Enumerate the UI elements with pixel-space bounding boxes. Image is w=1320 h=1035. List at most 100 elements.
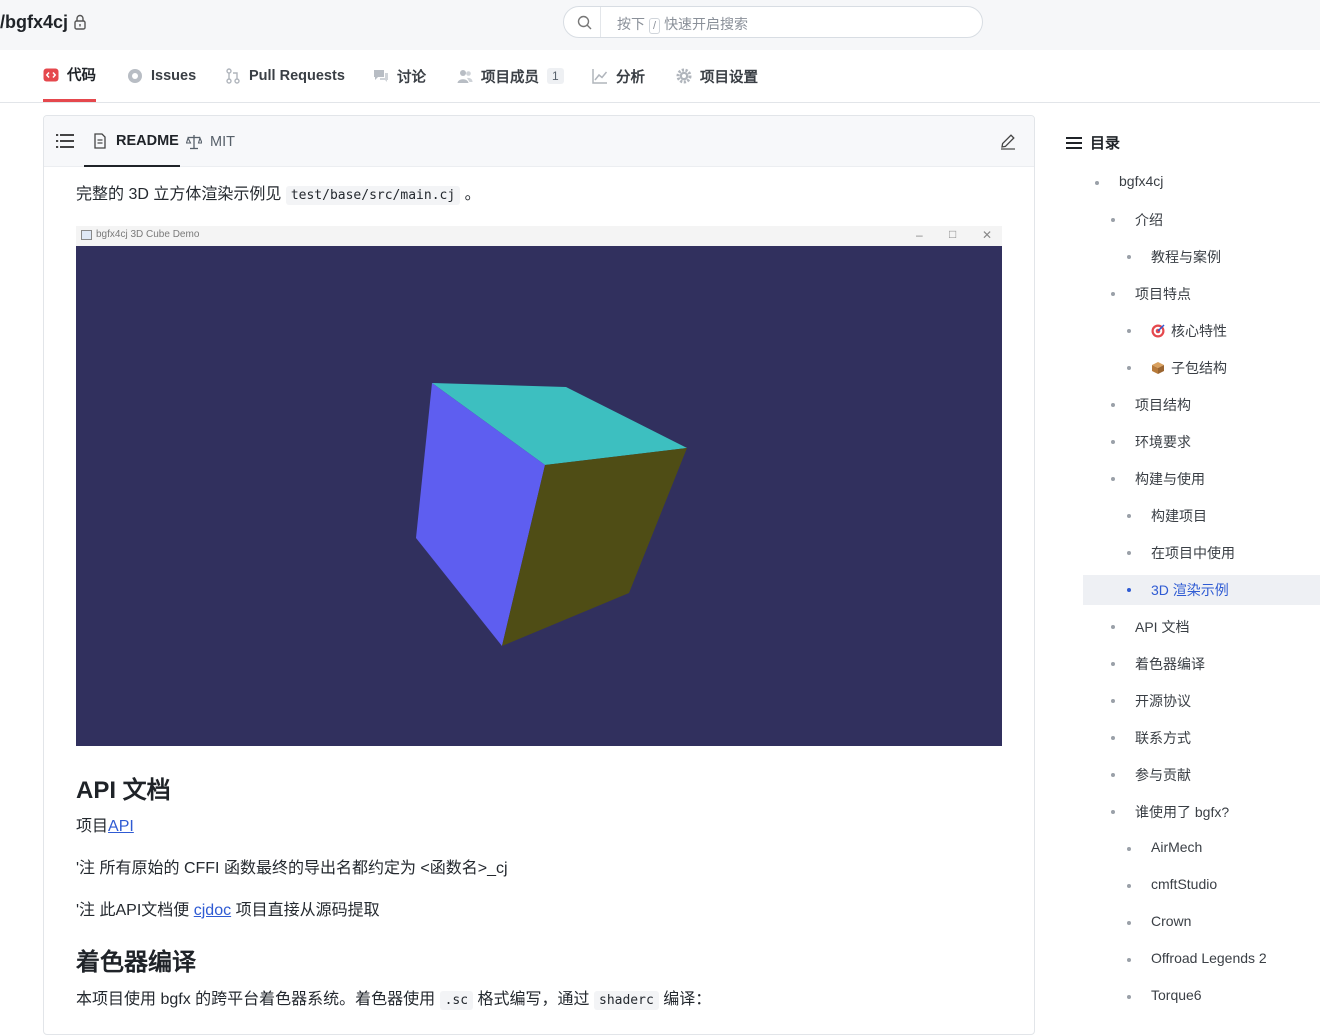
- bullet-dot: [1127, 847, 1131, 851]
- toc-item-label: 构建与使用: [1135, 471, 1205, 487]
- lock-icon: [74, 14, 86, 30]
- minimize-icon: –: [916, 228, 923, 242]
- toc-item[interactable]: 开源协议: [1083, 686, 1320, 716]
- bullet-dot: [1111, 477, 1115, 481]
- toc-item-label: 在项目中使用: [1151, 545, 1235, 561]
- tab-code[interactable]: 代码: [43, 50, 96, 102]
- toc-item[interactable]: 核心特性: [1083, 316, 1320, 346]
- toc-item[interactable]: Offroad Legends 2: [1083, 945, 1320, 975]
- toc-item[interactable]: 谁使用了 bgfx?: [1083, 797, 1320, 827]
- toc-item-label: Torque6: [1151, 987, 1202, 1003]
- toc-item[interactable]: 构建与使用: [1083, 464, 1320, 494]
- api-heading: API 文档: [76, 777, 171, 804]
- intro-paragraph: 完整的 3D 立方体渲染示例见 test/base/src/main.cj 。: [76, 186, 481, 205]
- toc-item[interactable]: 参与贡献: [1083, 760, 1320, 790]
- tab-members[interactable]: 项目成员 1: [457, 50, 564, 102]
- toc-item[interactable]: 着色器编译: [1083, 649, 1320, 679]
- toc-item-label: 环境要求: [1135, 434, 1191, 450]
- chart-icon: [592, 69, 608, 84]
- toc-item-label: 核心特性: [1151, 321, 1227, 341]
- cube-render: [416, 383, 687, 646]
- gear-icon: [676, 68, 692, 84]
- tab-discussions-label: 讨论: [397, 69, 426, 86]
- repo-name[interactable]: /bgfx4cj: [0, 12, 68, 33]
- toc-item[interactable]: 在项目中使用: [1083, 538, 1320, 568]
- edit-icon[interactable]: [999, 132, 1017, 150]
- tab-pull-requests[interactable]: Pull Requests: [225, 50, 345, 102]
- toc-item-label: API 文档: [1135, 619, 1190, 635]
- toc-item-label: 教程与案例: [1151, 249, 1221, 265]
- toc-item-label: 介绍: [1135, 212, 1163, 228]
- shader-heading: 着色器编译: [76, 949, 196, 976]
- bullet-dot: [1111, 218, 1115, 222]
- bullet-dot: [1111, 662, 1115, 666]
- app-icon: [81, 230, 92, 240]
- shaderc-tool: shaderc: [594, 991, 659, 1010]
- search-placeholder: 按下 / 快速开启搜索: [617, 16, 749, 34]
- toc-item[interactable]: 联系方式: [1083, 723, 1320, 753]
- toc-item[interactable]: 项目特点: [1083, 279, 1320, 309]
- readme-header: README MIT: [44, 116, 1034, 167]
- bullet-dot: [1127, 921, 1131, 925]
- toc-item-label: 3D 渲染示例: [1151, 582, 1229, 598]
- target-icon: [1151, 324, 1165, 338]
- toc-item[interactable]: API 文档: [1083, 612, 1320, 642]
- tab-members-label: 项目成员: [481, 69, 539, 86]
- toc-item-label: AirMech: [1151, 839, 1203, 855]
- cjdoc-link[interactable]: cjdoc: [194, 902, 231, 919]
- sc-extension: .sc: [439, 991, 474, 1010]
- issue-icon: [128, 69, 142, 83]
- toc-item[interactable]: 子包结构: [1083, 353, 1320, 383]
- bullet-dot: [1095, 181, 1099, 185]
- toc-toggle-icon[interactable]: [56, 133, 74, 149]
- toc-item[interactable]: AirMech: [1083, 834, 1320, 864]
- toc-item[interactable]: cmftStudio: [1083, 871, 1320, 901]
- bullet-dot: [1111, 773, 1115, 777]
- bullet-dot: [1127, 366, 1131, 370]
- note-cffi: '注 所有原始的 CFFI 函数最终的导出名都约定为 <函数名>_cj: [76, 860, 508, 877]
- toc-item[interactable]: 构建项目: [1083, 501, 1320, 531]
- toc-item-label: 联系方式: [1135, 730, 1191, 746]
- toc-item[interactable]: Torque6: [1083, 982, 1320, 1012]
- search-input[interactable]: 按下 / 快速开启搜索: [563, 6, 983, 38]
- toc-item-label: 开源协议: [1135, 693, 1191, 709]
- bullet-dot: [1127, 588, 1131, 592]
- bullet-dot: [1111, 625, 1115, 629]
- shortcut-key: /: [649, 18, 661, 34]
- tab-pull-requests-label: Pull Requests: [249, 68, 345, 84]
- members-count-badge: 1: [547, 68, 564, 84]
- api-link[interactable]: API: [108, 818, 134, 835]
- tab-discussions[interactable]: 讨论: [373, 50, 426, 102]
- toc-item[interactable]: 3D 渲染示例: [1083, 575, 1320, 605]
- tab-license[interactable]: MIT: [186, 116, 235, 167]
- bullet-dot: [1127, 551, 1131, 555]
- tab-analytics-label: 分析: [616, 69, 645, 86]
- maximize-icon: □: [949, 227, 957, 241]
- toc-item[interactable]: bgfx4cj: [1083, 168, 1320, 198]
- top-bar: /bgfx4cj 按下 / 快速开启搜索: [0, 0, 1320, 50]
- tab-issues[interactable]: Issues: [127, 50, 196, 102]
- toc-item[interactable]: 环境要求: [1083, 427, 1320, 457]
- note-cjdoc: '注 此API文档便 cjdoc 项目直接从源码提取: [76, 902, 380, 919]
- toc-title: 目录: [1066, 132, 1120, 153]
- bullet-dot: [1127, 514, 1131, 518]
- demo-window-title: bgfx4cj 3D Cube Demo: [96, 229, 200, 240]
- members-icon: [457, 70, 473, 83]
- toc-item[interactable]: 介绍: [1083, 205, 1320, 235]
- toc-item-label: cmftStudio: [1151, 876, 1218, 892]
- bullet-dot: [1111, 810, 1115, 814]
- toc-item[interactable]: 教程与案例: [1083, 242, 1320, 272]
- bullet-dot: [1127, 958, 1131, 962]
- toc-item[interactable]: 项目结构: [1083, 390, 1320, 420]
- toc-item[interactable]: Crown: [1083, 908, 1320, 938]
- toc-item-label: 项目特点: [1135, 286, 1191, 302]
- bullet-dot: [1111, 403, 1115, 407]
- tab-analytics[interactable]: 分析: [592, 50, 645, 102]
- readme-card: README MIT 完整的 3D 立方体渲染示例见 test/base/src…: [43, 115, 1035, 1035]
- tab-readme-label: README: [116, 132, 179, 149]
- tab-readme[interactable]: README: [84, 116, 180, 167]
- toc-item-label: 谁使用了 bgfx?: [1135, 804, 1230, 820]
- tab-settings[interactable]: 项目设置: [676, 50, 758, 102]
- toc-item-label: 子包结构: [1151, 358, 1227, 378]
- demo-titlebar: bgfx4cj 3D Cube Demo – □ ✕: [76, 226, 1002, 246]
